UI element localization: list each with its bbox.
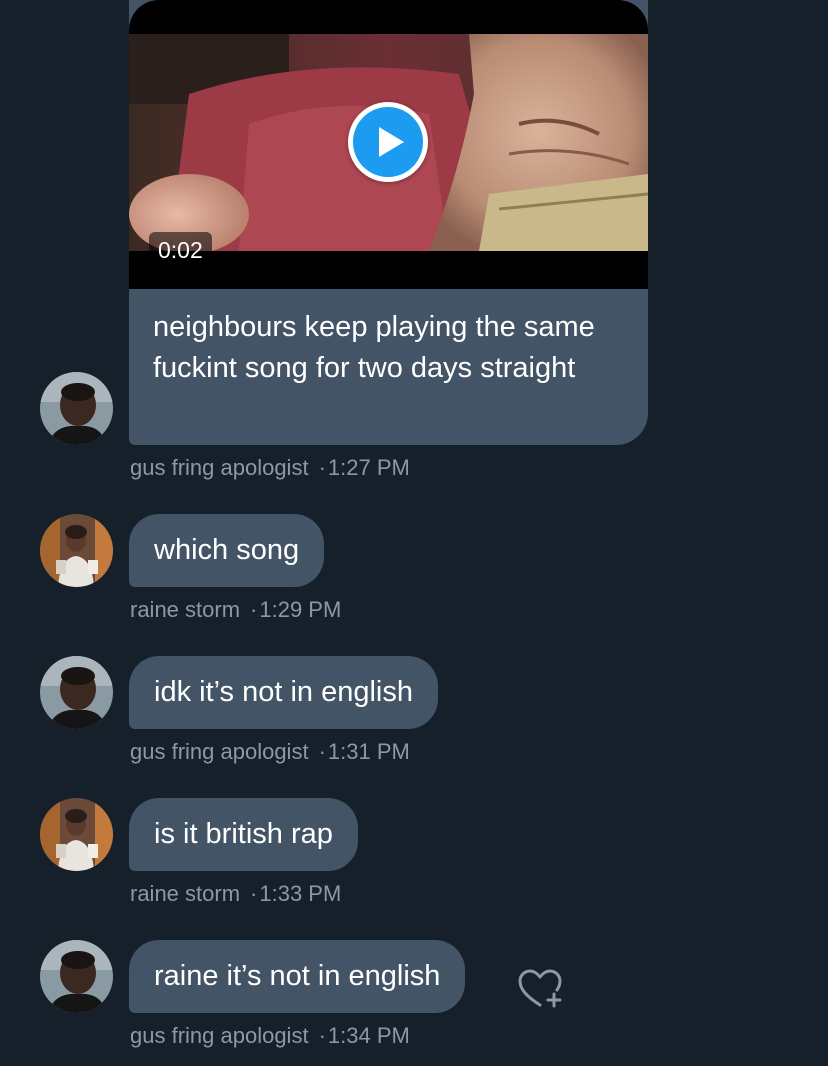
message-meta: gus fring apologist ·1:34 PM xyxy=(130,1023,410,1049)
message-meta: gus fring apologist ·1:31 PM xyxy=(130,739,410,765)
message-bubble[interactable]: which song xyxy=(129,514,325,587)
separator: · xyxy=(318,1023,326,1048)
sender-name: gus fring apologist xyxy=(130,739,309,764)
sender-name: gus fring apologist xyxy=(130,1023,309,1048)
avatar-raine-storm[interactable] xyxy=(40,798,113,871)
timestamp: 1:33 PM xyxy=(259,881,342,906)
message-meta: raine storm ·1:29 PM xyxy=(130,597,341,623)
avatar-gus-fring-apologist[interactable] xyxy=(40,372,113,445)
avatar-gus-fring-apologist[interactable] xyxy=(40,656,113,729)
timestamp: 1:34 PM xyxy=(327,1023,410,1048)
heart-add-icon xyxy=(518,969,562,1008)
timestamp: 1:29 PM xyxy=(259,597,342,622)
video-duration: 0:02 xyxy=(149,232,212,268)
message-text: raine it’s not in english xyxy=(154,960,441,992)
avatar-gus-fring-apologist[interactable] xyxy=(40,940,113,1013)
message-bubble[interactable]: is it british rap xyxy=(129,798,358,871)
dm-conversation: 0:02 neighbours keep playing the same fu… xyxy=(0,0,828,1066)
sender-name: gus fring apologist xyxy=(130,455,309,480)
sender-name: raine storm xyxy=(130,881,241,906)
message-text: neighbours keep playing the same fuckint… xyxy=(153,311,595,384)
message-meta: gus fring apologist ·1:27 PM xyxy=(130,455,410,481)
message-text: is it british rap xyxy=(154,818,333,850)
message-text: which song xyxy=(154,534,300,566)
timestamp: 1:31 PM xyxy=(327,739,410,764)
message-bubble[interactable]: idk it’s not in english xyxy=(129,656,439,729)
sender-name: raine storm xyxy=(130,597,241,622)
message-meta: raine storm ·1:33 PM xyxy=(130,881,341,907)
media-message-bubble[interactable]: 0:02 neighbours keep playing the same fu… xyxy=(129,0,648,445)
separator: · xyxy=(318,739,326,764)
play-icon xyxy=(379,127,404,157)
timestamp: 1:27 PM xyxy=(327,455,410,480)
message-bubble[interactable]: raine it’s not in english xyxy=(129,940,466,1013)
react-button[interactable] xyxy=(516,968,566,1010)
separator: · xyxy=(318,455,326,480)
separator: · xyxy=(250,597,258,622)
separator: · xyxy=(250,881,258,906)
video-player[interactable]: 0:02 xyxy=(129,0,648,289)
message-text: idk it’s not in english xyxy=(154,676,414,708)
avatar-raine-storm[interactable] xyxy=(40,514,113,587)
play-button[interactable] xyxy=(348,102,428,182)
